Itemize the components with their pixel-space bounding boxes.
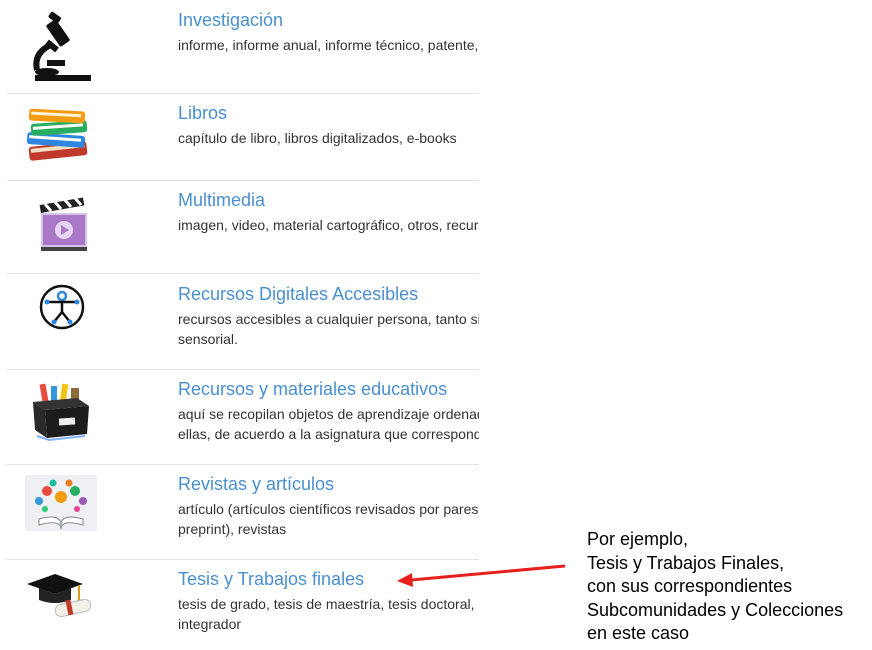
community-title[interactable]: Tesis y Trabajos finales: [178, 569, 364, 590]
community-item: Libros capítulo de libro, libros digital…: [7, 94, 479, 181]
accessibility-icon: [37, 282, 115, 342]
microscope-icon: [27, 8, 105, 81]
community-title[interactable]: Multimedia: [178, 190, 265, 211]
community-title[interactable]: Recursos Digitales Accesibles: [178, 284, 418, 305]
community-title[interactable]: Revistas y artículos: [178, 474, 334, 495]
community-description: informe, informe anual, informe técnico,…: [178, 37, 479, 53]
community-item: Recursos Digitales Accesibles recursos a…: [7, 274, 479, 370]
community-item: Multimedia imagen, video, material carto…: [7, 181, 479, 274]
community-item: Recursos y materiales educativos aquí se…: [7, 370, 479, 465]
community-item: Revistas y artículos artículo (artículos…: [7, 465, 479, 560]
community-description: recursos accesibles a cualquier persona,…: [178, 311, 479, 347]
community-description: aquí se recopilan objetos de aprendizaje…: [178, 406, 479, 442]
community-description: capítulo de libro, libros digitalizados,…: [178, 130, 457, 146]
community-title[interactable]: Recursos y materiales educativos: [178, 379, 447, 400]
community-item: Investigación informe, informe anual, in…: [7, 0, 479, 94]
graduation-cap-icon: [25, 570, 103, 630]
community-description: imagen, video, material cartográfico, ot…: [178, 217, 479, 233]
clapperboard-icon: [35, 195, 113, 255]
open-book-icons-icon: [25, 475, 103, 535]
books-icon: [21, 104, 99, 164]
community-list: Investigación informe, informe anual, in…: [7, 0, 479, 650]
community-title[interactable]: Investigación: [178, 10, 283, 31]
annotation-arrow: [397, 564, 566, 587]
box-of-materials-icon: [27, 380, 105, 442]
community-description: artículo (artículos científicos revisado…: [178, 501, 479, 537]
community-title[interactable]: Libros: [178, 103, 227, 124]
annotation-note: Por ejemplo, Tesis y Trabajos Finales, c…: [587, 529, 844, 643]
community-description: tesis de grado, tesis de maestría, tesis…: [178, 596, 479, 632]
